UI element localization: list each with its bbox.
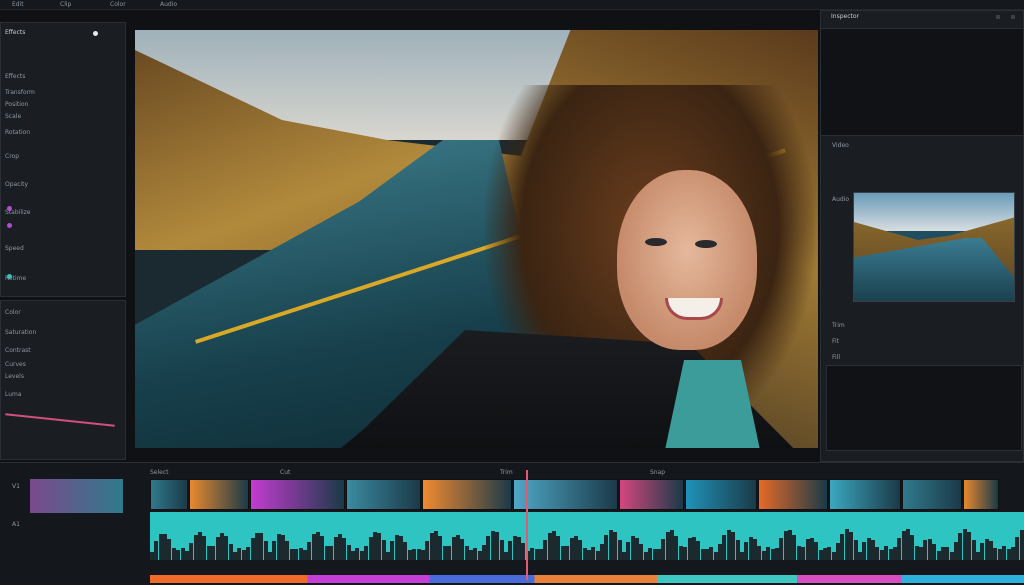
waveform-bar (1019, 529, 1024, 560)
panel-header: Effects (5, 29, 26, 36)
color-item[interactable]: Saturation (5, 329, 36, 336)
menu-item-color[interactable]: Color (110, 1, 126, 8)
keyframe-icon[interactable] (7, 206, 12, 211)
source-monitor[interactable] (820, 28, 1024, 136)
timeline-clip[interactable] (758, 479, 828, 510)
effect-item[interactable]: Rotation (5, 129, 30, 136)
track-label-audio: A1 (12, 521, 20, 528)
menu-item-audio[interactable]: Audio (160, 1, 177, 8)
close-icon[interactable] (1011, 15, 1015, 19)
timeline-clip[interactable] (189, 479, 249, 510)
timeline-clip[interactable] (250, 479, 345, 510)
effects-panel: Effects Effects Transform Position Scale… (0, 22, 126, 297)
tool-snap[interactable]: Snap (650, 469, 665, 476)
effect-item[interactable]: Effects (5, 73, 25, 80)
effect-item[interactable]: Transform (5, 89, 35, 96)
timeline-clip[interactable] (346, 479, 421, 510)
timeline-clip[interactable] (829, 479, 901, 510)
curve-line[interactable] (5, 413, 115, 427)
effect-item[interactable]: Crop (5, 153, 19, 160)
menu-item-edit[interactable]: Edit (12, 1, 24, 8)
face (617, 170, 757, 350)
keyframe-icon[interactable] (7, 274, 12, 279)
settings-icon[interactable] (996, 15, 1000, 19)
clip-thumbnail[interactable] (853, 192, 1015, 302)
eye-right (695, 240, 717, 248)
inspector-title: Inspector (831, 13, 859, 20)
control-fill[interactable]: Fill (832, 354, 840, 361)
timeline-clip[interactable] (150, 479, 188, 510)
effect-item[interactable]: Scale (5, 113, 21, 120)
source-clip[interactable] (30, 479, 123, 513)
audio-waveform[interactable] (150, 512, 1024, 560)
effect-item[interactable]: Opacity (5, 181, 28, 188)
timeline-clip[interactable] (963, 479, 999, 510)
inspector-tab-video[interactable]: Video (832, 142, 849, 149)
color-item[interactable]: Curves (5, 361, 26, 368)
eye-left (645, 238, 667, 246)
tool-cut[interactable]: Cut (280, 469, 290, 476)
control-trim[interactable]: Trim (832, 322, 845, 329)
color-item[interactable]: Luma (5, 391, 22, 398)
toggle-icon[interactable] (93, 31, 98, 36)
playhead[interactable] (526, 470, 528, 580)
video-preview[interactable] (135, 30, 818, 448)
tool-trim[interactable]: Trim (500, 469, 513, 476)
color-markers-bar (150, 575, 1024, 583)
timeline-clip[interactable] (422, 479, 512, 510)
timeline-clip[interactable] (513, 479, 618, 510)
timeline-clip[interactable] (902, 479, 962, 510)
control-fit[interactable]: Fit (832, 338, 839, 345)
effect-item[interactable]: Speed (5, 245, 24, 252)
color-item[interactable]: Levels (5, 373, 24, 380)
scope-monitor (826, 365, 1022, 451)
color-item[interactable]: Color (5, 309, 21, 316)
color-item[interactable]: Contrast (5, 347, 31, 354)
timeline-clip[interactable] (685, 479, 757, 510)
timeline-clip[interactable] (619, 479, 684, 510)
tool-select[interactable]: Select (150, 469, 169, 476)
inspector-tab-audio[interactable]: Audio (832, 196, 849, 203)
color-panel: Color Saturation Contrast Curves Levels … (0, 300, 126, 460)
effect-item[interactable]: Position (5, 101, 28, 108)
keyframe-icon[interactable] (7, 223, 12, 228)
menu-item-clip[interactable]: Clip (60, 1, 71, 8)
track-label-video: V1 (12, 483, 20, 490)
top-menubar: Edit Clip Color Audio (0, 0, 1024, 10)
